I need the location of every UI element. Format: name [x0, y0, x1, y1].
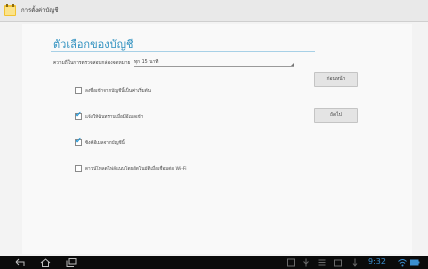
notebook-app-icon[interactable]: [3, 3, 17, 17]
sync-email-label: ซิงค์อีเมลจากบัญชีนี้: [85, 141, 125, 146]
keyboard-icon: [318, 259, 326, 266]
check-frequency-label: ความถี่ในการตรวจสอบกล่องจดหมาย: [53, 61, 131, 66]
default-account-label: ลงชื่อเข้าจากบัญชีนี้เป็นค่าเริ่มต้น: [85, 89, 151, 94]
default-account-checkbox[interactable]: [75, 87, 82, 94]
option-auto-download-attachments[interactable]: ดาวน์โหลดไฟล์แนบโดยอัตโนมัติเมื่อเชื่อมต…: [75, 163, 255, 173]
check-frequency-dropdown[interactable]: ทุก 15 นาที: [134, 57, 294, 67]
settings-panel: ตัวเลือกของบัญชี ความถี่ในการตรวจสอบกล่อ…: [22, 24, 412, 254]
system-navigation-bar: 9:32: [0, 256, 428, 269]
option-sync-email[interactable]: ✔ ซิงค์อีเมลจากบัญชีนี้: [75, 137, 225, 147]
checkmark-icon: ✔: [75, 110, 82, 119]
content-area: ตัวเลือกของบัญชี ความถี่ในการตรวจสอบกล่อ…: [0, 22, 428, 256]
screenshot-icon: [287, 258, 295, 267]
action-bar: การตั้งค่าบัญชี: [0, 0, 428, 22]
previous-button[interactable]: ก่อนหน้า: [314, 72, 358, 87]
checkmark-icon: ✔: [75, 136, 82, 145]
option-notify-email[interactable]: ✔ แจ้งให้ฉันทราบเมื่อมีอีเมลเข้า: [75, 111, 225, 121]
option-default-account[interactable]: ลงชื่อเข้าจากบัญชีนี้เป็นค่าเริ่มต้น: [75, 85, 225, 95]
recent-apps-icon[interactable]: [66, 258, 77, 267]
notify-email-label: แจ้งให้ฉันทราบเมื่อมีอีเมลเข้า: [85, 115, 144, 120]
battery-icon: [410, 259, 420, 266]
dropdown-arrow-icon: [291, 63, 294, 66]
check-frequency-value: ทุก 15 นาที: [134, 60, 159, 65]
sync-email-checkbox[interactable]: ✔: [75, 136, 82, 146]
screen: การตั้งค่าบัญชี ตัวเลือกของบัญชี ความถี่…: [0, 0, 428, 269]
arrow-down-icon: [352, 258, 358, 267]
clock-time: 9:32: [368, 257, 386, 266]
notify-email-checkbox[interactable]: ✔: [75, 110, 82, 120]
home-icon[interactable]: [40, 258, 51, 267]
back-icon[interactable]: [14, 258, 26, 267]
download-icon: [334, 259, 342, 267]
wifi-icon: [398, 259, 407, 267]
heading-divider: [51, 51, 315, 52]
auto-download-checkbox[interactable]: [75, 165, 82, 172]
usb-icon: [303, 258, 309, 267]
auto-download-label: ดาวน์โหลดไฟล์แนบโดยอัตโนมัติเมื่อเชื่อมต…: [85, 167, 187, 172]
next-button[interactable]: ถัดไป: [314, 108, 358, 123]
app-title: การตั้งค่าบัญชี: [21, 7, 59, 14]
